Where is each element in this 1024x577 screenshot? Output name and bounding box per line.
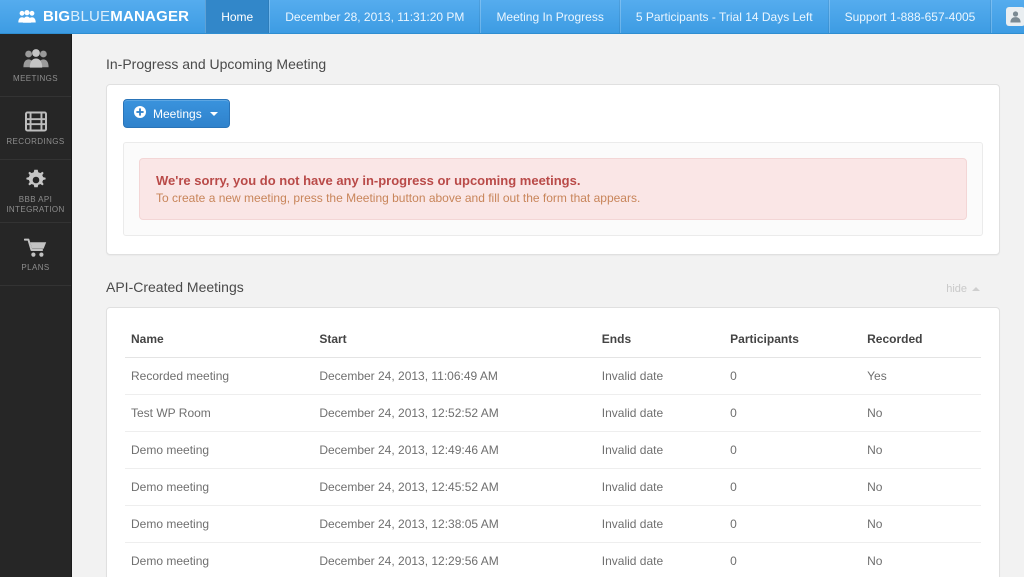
user-menu[interactable]: admin xyxy=(991,0,1024,33)
table-row[interactable]: Demo meeting December 24, 2013, 12:38:05… xyxy=(125,505,981,543)
cell-start: December 24, 2013, 12:52:52 AM xyxy=(313,394,596,432)
meetings-button-label: Meetings xyxy=(153,106,202,121)
user-avatar-icon xyxy=(1006,7,1024,26)
table-head: Name Start Ends Participants Recorded xyxy=(125,314,981,358)
column-header-participants[interactable]: Participants xyxy=(724,314,862,358)
cell-start: December 24, 2013, 11:06:49 AM xyxy=(313,357,596,395)
table-row[interactable]: Demo meeting December 24, 2013, 12:45:52… xyxy=(125,468,981,506)
cell-recorded: No xyxy=(867,554,883,568)
alert-headline: We're sorry, you do not have any in-prog… xyxy=(156,173,581,188)
cell-recorded: No xyxy=(861,394,981,432)
sidebar-item-recordings[interactable]: Recordings xyxy=(0,97,71,160)
cell-recorded: No xyxy=(861,505,981,543)
cell-name: Test WP Room xyxy=(125,394,314,432)
sidebar-item-bbb-api-integration[interactable]: BBB API Integration xyxy=(0,160,71,223)
cell-participants: 0 xyxy=(724,431,862,469)
cell-recorded: No xyxy=(861,431,981,469)
chevron-up-icon xyxy=(972,287,980,291)
page-title-inprogress: In-Progress and Upcoming Meeting xyxy=(106,56,327,72)
cell-name: Demo meeting xyxy=(125,505,314,543)
hide-toggle-label: hide xyxy=(946,283,967,295)
cell-ends: Invalid date xyxy=(601,554,664,568)
cell-recorded: Yes xyxy=(861,357,981,395)
main-content: In-Progress and Upcoming Meeting Meeting… xyxy=(72,34,1024,577)
column-header-start[interactable]: Start xyxy=(313,314,596,358)
page-title-api-meetings: API-Created Meetings xyxy=(106,279,244,295)
cell-name: Demo meeting xyxy=(125,468,314,506)
shopping-cart-icon xyxy=(23,236,48,260)
brand-text: BIGBLUEMANAGER xyxy=(43,8,189,25)
meetings-dropdown-button[interactable]: Meetings xyxy=(123,99,230,128)
plus-circle-icon xyxy=(134,106,146,121)
cell-name: Recorded meeting xyxy=(125,357,314,395)
users-group-icon xyxy=(22,47,49,71)
api-meetings-table: Name Start Ends Participants Recorded Re… xyxy=(125,314,981,577)
sidebar: Meetings Recordings BBB API Integration xyxy=(0,34,72,577)
table-header-row: Name Start Ends Participants Recorded xyxy=(125,314,981,358)
nav-item-meeting-in-progress[interactable]: Meeting In Progress xyxy=(480,0,620,33)
cell-ends: Invalid date xyxy=(595,394,725,432)
sidebar-item-label-recordings: Recordings xyxy=(6,136,65,146)
column-header-recorded[interactable]: Recorded xyxy=(861,314,981,358)
cell-participants: 0 xyxy=(724,505,862,543)
brand-part-1: BIG xyxy=(43,8,71,25)
brand-part-3: MANAGER xyxy=(110,8,190,25)
users-group-icon xyxy=(18,10,36,23)
api-meetings-header-row: API-Created Meetings hide xyxy=(106,279,1000,295)
cell-start: December 24, 2013, 12:29:56 AM xyxy=(319,554,499,568)
cell-start: December 24, 2013, 12:45:52 AM xyxy=(313,468,596,506)
table-row[interactable]: Test WP Room December 24, 2013, 12:52:52… xyxy=(125,394,981,432)
nav-item-datetime[interactable]: December 28, 2013, 11:31:20 PM xyxy=(269,0,481,33)
no-meetings-alert: We're sorry, you do not have any in-prog… xyxy=(139,158,967,220)
sidebar-item-label-meetings: Meetings xyxy=(13,73,58,83)
brand-logo[interactable]: BIGBLUEMANAGER xyxy=(0,0,205,33)
nav-item-participants-trial[interactable]: 5 Participants - Trial 14 Days Left xyxy=(619,0,829,33)
table-body: Recorded meeting December 24, 2013, 11:0… xyxy=(125,357,981,577)
alert-subtext: To create a new meeting, press the Meeti… xyxy=(156,191,641,205)
cell-participants: 0 xyxy=(724,394,862,432)
cell-ends: Invalid date xyxy=(595,468,725,506)
cell-ends: Invalid date xyxy=(595,431,725,469)
cell-start: December 24, 2013, 12:49:46 AM xyxy=(313,431,596,469)
nav-item-support[interactable]: Support 1-888-657-4005 xyxy=(828,0,992,33)
sidebar-item-label-bbb-api-integration: BBB API Integration xyxy=(6,194,65,214)
cell-participants: 0 xyxy=(730,554,737,568)
column-header-name[interactable]: Name xyxy=(125,314,314,358)
chevron-down-icon xyxy=(209,111,218,116)
inprogress-inner-box: We're sorry, you do not have any in-prog… xyxy=(123,142,983,236)
inprogress-panel: Meetings We're sorry, you do not have an… xyxy=(106,84,1000,255)
film-strip-icon xyxy=(24,110,48,134)
table-row[interactable]: Recorded meeting December 24, 2013, 11:0… xyxy=(125,357,981,395)
cell-name: Demo meeting xyxy=(131,554,210,568)
nav-item-home[interactable]: Home xyxy=(205,0,270,33)
cell-recorded: No xyxy=(861,468,981,506)
cell-ends: Invalid date xyxy=(595,357,725,395)
sidebar-item-plans[interactable]: Plans xyxy=(0,223,71,286)
hide-toggle-button[interactable]: hide xyxy=(946,283,1000,295)
sidebar-item-label-plans: Plans xyxy=(21,262,50,272)
brand-part-2: BLUE xyxy=(70,8,111,25)
table-row[interactable]: Demo meeting December 24, 2013, 12:29:56… xyxy=(125,543,981,577)
cell-participants: 0 xyxy=(724,357,862,395)
cell-start: December 24, 2013, 12:38:05 AM xyxy=(313,505,596,543)
sidebar-item-meetings[interactable]: Meetings xyxy=(0,34,71,97)
top-navbar: BIGBLUEMANAGER Home December 28, 2013, 1… xyxy=(0,0,1024,34)
cell-participants: 0 xyxy=(724,468,862,506)
cell-name: Demo meeting xyxy=(125,431,314,469)
api-meetings-panel: Name Start Ends Participants Recorded Re… xyxy=(106,307,1000,577)
cell-ends: Invalid date xyxy=(595,505,725,543)
table-row[interactable]: Demo meeting December 24, 2013, 12:49:46… xyxy=(125,431,981,469)
column-header-ends[interactable]: Ends xyxy=(595,314,725,358)
gear-icon xyxy=(25,168,47,192)
